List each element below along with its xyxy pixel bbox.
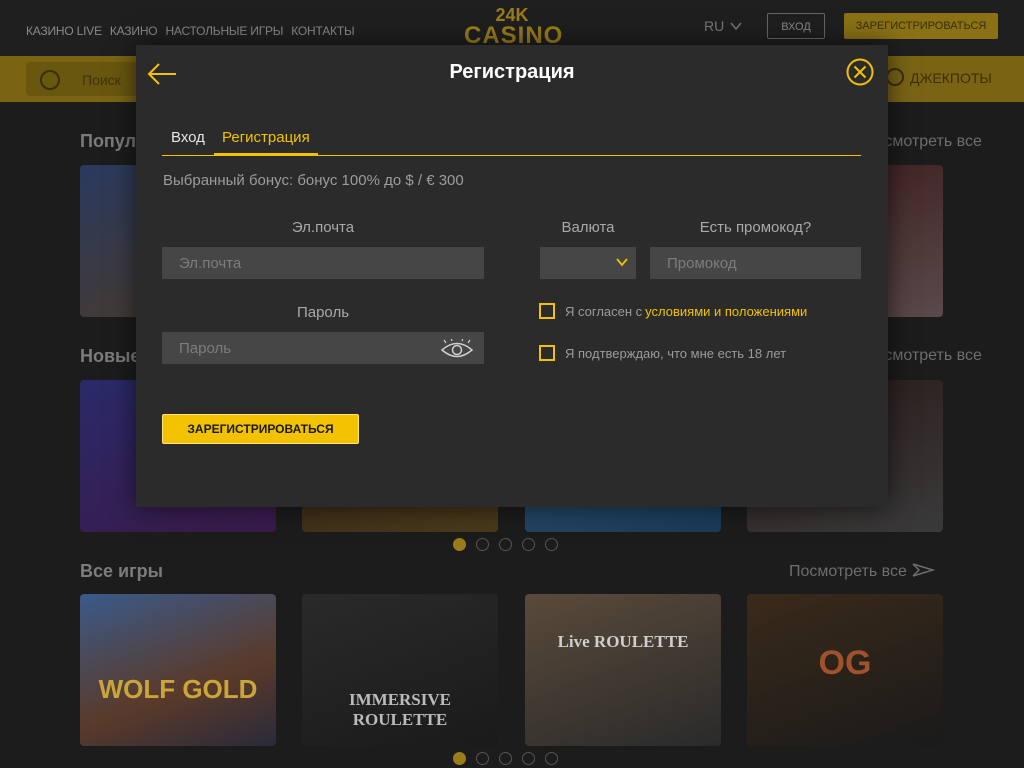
- carousel-dot[interactable]: [522, 538, 535, 551]
- promo-label: Есть промокод?: [699, 219, 812, 236]
- age-row: Я подтверждаю, что мне есть 18 лет: [539, 345, 786, 361]
- tab-login[interactable]: Вход: [171, 129, 205, 155]
- tile-title: WOLF GOLD: [98, 674, 258, 704]
- nav-table-games[interactable]: НАСТОЛЬНЫЕ ИГРЫ: [165, 24, 283, 38]
- search-input[interactable]: Поиск: [26, 62, 146, 96]
- see-all-all-games-label: Посмотреть все: [789, 563, 907, 580]
- currency-label: Валюта: [561, 219, 615, 236]
- carousel-dot[interactable]: [499, 752, 512, 765]
- tile-title: IMMERSIVE ROULETTE: [348, 690, 451, 729]
- selected-bonus-text: Выбранный бонус: бонус 100% до $ / € 300: [163, 172, 464, 189]
- game-tile-wolf-gold[interactable]: WOLF GOLD: [80, 594, 276, 746]
- terms-checkbox[interactable]: [539, 303, 555, 319]
- search-placeholder: Поиск: [82, 72, 121, 88]
- tile-title: Live ROULETTE: [557, 632, 689, 651]
- carousel-dot[interactable]: [499, 538, 512, 551]
- carousel-dot[interactable]: [545, 538, 558, 551]
- close-icon[interactable]: [846, 58, 874, 86]
- game-tile-live-roulette[interactable]: Live ROULETTE: [525, 594, 721, 746]
- carousel-dot[interactable]: [476, 538, 489, 551]
- header-login-button[interactable]: ВХОД: [767, 13, 825, 39]
- age-checkbox[interactable]: [539, 345, 555, 361]
- main-nav: КАЗИНО LIVE КАЗИНО НАСТОЛЬНЫЕ ИГРЫ КОНТА…: [26, 24, 362, 38]
- terms-row: Я согласен с условиями и положениями: [539, 303, 807, 319]
- jackpots-label: ДЖЕКПОТЫ: [910, 70, 992, 86]
- nav-casino-live[interactable]: КАЗИНО LIVE: [26, 24, 102, 38]
- promo-code-field[interactable]: [650, 247, 861, 279]
- nav-contacts[interactable]: КОНТАКТЫ: [291, 24, 354, 38]
- language-selector[interactable]: RU: [704, 18, 742, 34]
- header-register-button[interactable]: ЗАРЕГИСТРИРОВАТЬСЯ: [844, 13, 998, 39]
- register-submit-button[interactable]: ЗАРЕГИСТРИРОВАТЬСЯ: [162, 414, 359, 444]
- email-label: Эл.почта: [291, 219, 355, 236]
- password-label: Пароль: [296, 304, 350, 321]
- chevron-down-icon: [730, 22, 742, 31]
- modal-title: Регистрация: [449, 61, 575, 83]
- see-all-all-games[interactable]: Посмотреть все: [789, 563, 936, 581]
- section-title-all-games: Все игры: [80, 561, 163, 581]
- arrow-right-icon: [912, 563, 936, 577]
- age-text: Я подтверждаю, что мне есть 18 лет: [565, 345, 787, 361]
- section-title-new: Новые: [80, 346, 141, 366]
- game-tile-og[interactable]: OG: [747, 594, 943, 746]
- carousel-dot[interactable]: [545, 752, 558, 765]
- auth-tabs: Вход Регистрация: [162, 125, 861, 156]
- game-tile-immersive-roulette[interactable]: IMMERSIVE ROULETTE: [302, 594, 498, 746]
- chevron-down-icon: [616, 258, 628, 267]
- terms-text: Я согласен с: [565, 303, 643, 319]
- tab-register[interactable]: Регистрация: [214, 129, 318, 155]
- terms-link[interactable]: условиями и положениями: [645, 304, 807, 319]
- jackpot-icon: [886, 68, 904, 86]
- site-logo[interactable]: 24K CASINO: [464, 6, 562, 48]
- carousel-dot[interactable]: [453, 752, 466, 765]
- nav-casino[interactable]: КАЗИНО: [110, 24, 158, 38]
- carousel-dot[interactable]: [476, 752, 489, 765]
- carousel-dots: [453, 538, 558, 551]
- email-field[interactable]: [162, 247, 484, 279]
- tile-title: OG: [818, 644, 872, 682]
- language-label: RU: [704, 18, 725, 34]
- jackpots-link[interactable]: ДЖЕКПОТЫ: [886, 68, 992, 86]
- carousel-dots: [453, 752, 558, 765]
- password-field[interactable]: [162, 332, 484, 364]
- registration-modal: Регистрация Вход Регистрация Выбранный б…: [136, 45, 888, 507]
- carousel-dot[interactable]: [522, 752, 535, 765]
- carousel-dot[interactable]: [453, 538, 466, 551]
- currency-select[interactable]: [540, 247, 636, 279]
- show-password-eye-icon[interactable]: [440, 339, 474, 361]
- search-icon: [40, 70, 60, 90]
